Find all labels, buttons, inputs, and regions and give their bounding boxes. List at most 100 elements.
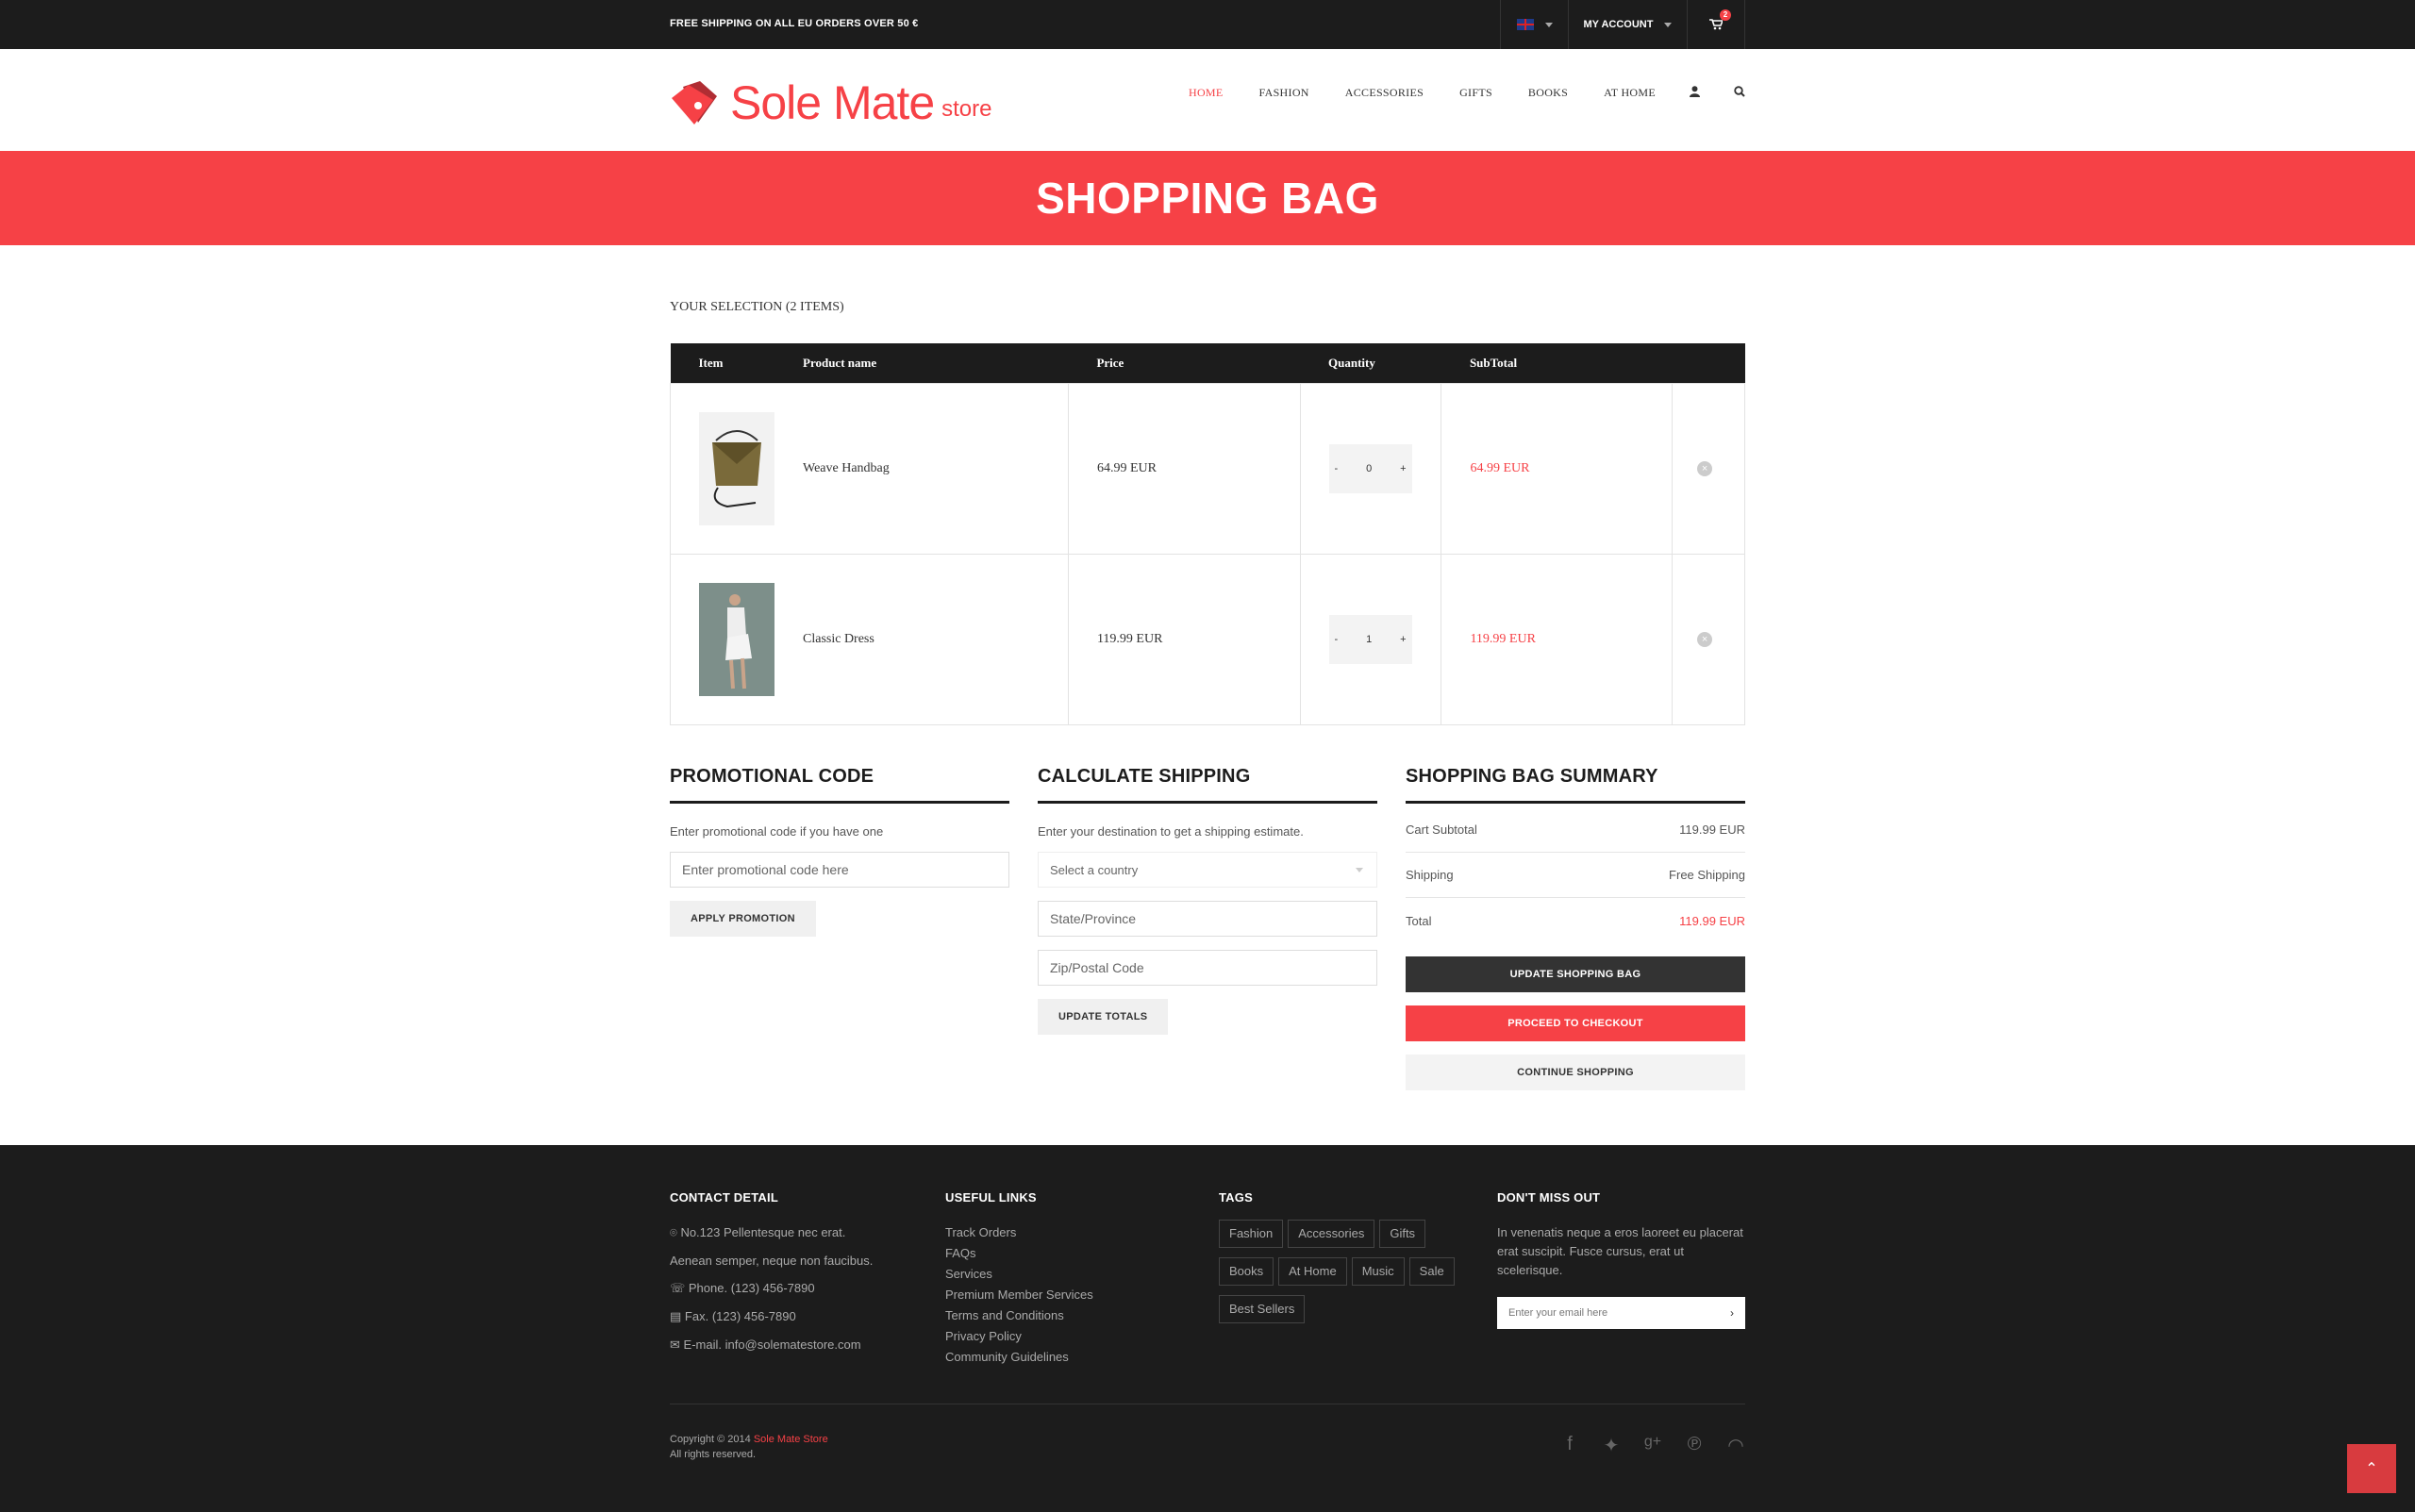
footer-contact: CONTACT DETAIL ⌾ No.123 Pellentesque nec… [670, 1190, 915, 1353]
continue-shopping-button[interactable]: CONTINUE SHOPPING [1406, 1055, 1745, 1090]
tag-sale[interactable]: Sale [1408, 1257, 1455, 1286]
state-input[interactable]: State/Province [1038, 901, 1377, 937]
footer-link-premium[interactable]: Premium Member Services [945, 1288, 1191, 1302]
quantity-stepper[interactable]: - 1 + [1328, 614, 1412, 664]
cart-subtotal-value: 119.99 EUR [1679, 822, 1745, 837]
nav-accessories[interactable]: ACCESSORIES [1345, 86, 1424, 100]
cart-icon [1709, 19, 1723, 30]
newsletter-text: In venenatis neque a eros laoreet eu pla… [1497, 1225, 1743, 1277]
shipping-value: Free Shipping [1669, 868, 1745, 882]
email-line: ✉ E-mail. info@solematestore.com [670, 1338, 861, 1352]
rights-text: All rights reserved. [670, 1449, 757, 1460]
tag-books[interactable]: Books [1219, 1257, 1274, 1286]
chevron-down-icon [1664, 22, 1673, 27]
footer-tags: TAGS Fashion Accessories Gifts Books At … [1219, 1190, 1483, 1323]
handbag-image[interactable] [699, 411, 774, 525]
footer-contact-title: CONTACT DETAIL [670, 1190, 778, 1205]
back-to-top-button[interactable]: ⌃ [2347, 1444, 2396, 1493]
chevron-down-icon [1544, 22, 1553, 27]
tag-best-sellers[interactable]: Best Sellers [1219, 1295, 1306, 1323]
twitter-icon[interactable]: ✦ [1602, 1434, 1621, 1457]
remove-icon[interactable]: × [1697, 631, 1713, 647]
dress-image[interactable] [699, 582, 774, 696]
col-item: Item [670, 343, 774, 383]
search-icon[interactable] [1734, 85, 1745, 100]
country-select[interactable]: Select a country [1038, 852, 1377, 888]
nav-home[interactable]: HOME [1189, 86, 1224, 100]
shipping-panel: CALCULATE SHIPPING Enter your destinatio… [1038, 766, 1377, 1035]
copyright-brand-link[interactable]: Sole Mate Store [754, 1434, 828, 1445]
footer-link-faqs[interactable]: FAQs [945, 1246, 1191, 1260]
user-icon[interactable] [1690, 85, 1700, 100]
top-bar: FREE SHIPPING ON ALL EU ORDERS OVER 50 €… [0, 0, 2415, 49]
footer-link-services[interactable]: Services [945, 1267, 1191, 1281]
logo[interactable]: Sole Mate store [670, 79, 991, 126]
chevron-right-icon[interactable]: › [1730, 1306, 1734, 1320]
table-row: Classic Dress 119.99 EUR - 1 + 119.99 EU… [670, 553, 1745, 725]
facebook-icon[interactable]: f [1560, 1434, 1579, 1457]
promo-title: PROMOTIONAL CODE [670, 766, 1009, 804]
language-selector[interactable] [1500, 0, 1568, 49]
pinterest-icon[interactable]: ℗ [1685, 1434, 1704, 1457]
nav-at-home[interactable]: AT HOME [1604, 86, 1656, 100]
remove-icon[interactable]: × [1697, 460, 1713, 476]
chevron-up-icon: ⌃ [2365, 1461, 2378, 1477]
zip-input[interactable]: Zip/Postal Code [1038, 950, 1377, 986]
tag-logo-icon [672, 81, 717, 125]
footer-link-community[interactable]: Community Guidelines [945, 1350, 1191, 1364]
promo-code-input[interactable]: Enter promotional code here [670, 852, 1009, 888]
fax-icon: ▤ [670, 1309, 682, 1323]
decrease-qty-button[interactable]: - [1335, 463, 1339, 474]
selection-title: YOUR SELECTION (2 ITEMS) [670, 300, 844, 314]
tag-gifts[interactable]: Gifts [1379, 1220, 1426, 1248]
cart-table: Item Product name Price Quantity SubTota… [670, 343, 1745, 725]
update-shopping-bag-button[interactable]: UPDATE SHOPPING BAG [1406, 956, 1745, 992]
summary-panel: SHOPPING BAG SUMMARY Cart Subtotal 119.9… [1406, 766, 1745, 1090]
uk-flag-icon [1516, 19, 1534, 30]
fax-line: ▤ Fax. (123) 456-7890 [670, 1309, 796, 1323]
product-subtotal: 119.99 EUR [1441, 553, 1674, 725]
proceed-to-checkout-button[interactable]: PROCEED TO CHECKOUT [1406, 1005, 1745, 1041]
quantity-value[interactable]: 0 [1366, 463, 1372, 474]
footer-links: USEFUL LINKS Track Orders FAQs Services … [945, 1190, 1191, 1364]
table-header-row: Item Product name Price Quantity SubTota… [670, 343, 1745, 383]
nav-fashion[interactable]: FASHION [1259, 86, 1309, 100]
footer-link-track-orders[interactable]: Track Orders [945, 1225, 1191, 1239]
increase-qty-button[interactable]: + [1400, 463, 1406, 474]
apply-promotion-button[interactable]: APPLY PROMOTION [670, 901, 816, 937]
footer-links-title: USEFUL LINKS [945, 1190, 1037, 1205]
footer-link-terms[interactable]: Terms and Conditions [945, 1308, 1191, 1322]
main-nav: HOME FASHION ACCESSORIES GIFTS BOOKS AT … [1153, 81, 1745, 104]
footer-tags-title: TAGS [1219, 1190, 1253, 1205]
col-price: Price [1068, 343, 1301, 383]
tag-music[interactable]: Music [1351, 1257, 1405, 1286]
product-image-cell [670, 382, 774, 555]
product-name[interactable]: Weave Handbag [774, 382, 1069, 555]
cart-button[interactable]: 2 [1687, 0, 1745, 49]
rss-icon[interactable]: ◠ [1726, 1434, 1745, 1457]
product-subtotal: 64.99 EUR [1441, 382, 1674, 555]
newsletter-email-input[interactable]: Enter your email here [1508, 1307, 1607, 1319]
total-label: Total [1406, 913, 1432, 928]
increase-qty-button[interactable]: + [1400, 634, 1406, 645]
footer-link-privacy[interactable]: Privacy Policy [945, 1329, 1191, 1343]
table-row: Weave Handbag 64.99 EUR - 0 + 64.99 EUR … [670, 382, 1745, 555]
product-name[interactable]: Classic Dress [774, 553, 1069, 725]
remove-cell: × [1672, 382, 1745, 555]
quantity-value[interactable]: 1 [1366, 634, 1372, 645]
chevron-down-icon [1356, 867, 1363, 872]
nav-gifts[interactable]: GIFTS [1459, 86, 1492, 100]
copyright: Copyright © 2014 Sole Mate Store All rig… [670, 1434, 828, 1460]
tag-at-home[interactable]: At Home [1278, 1257, 1347, 1286]
tag-fashion[interactable]: Fashion [1219, 1220, 1284, 1248]
google-plus-icon[interactable]: g+ [1643, 1434, 1662, 1457]
decrease-qty-button[interactable]: - [1335, 634, 1339, 645]
quantity-stepper[interactable]: - 0 + [1328, 443, 1412, 493]
my-account-menu[interactable]: MY ACCOUNT [1568, 0, 1687, 49]
logo-subtext: store [941, 96, 992, 122]
phone-line: ☏ Phone. (123) 456-7890 [670, 1281, 815, 1295]
nav-books[interactable]: BOOKS [1528, 86, 1568, 100]
update-totals-button[interactable]: UPDATE TOTALS [1038, 999, 1169, 1035]
col-subtotal: SubTotal [1441, 343, 1673, 383]
tag-accessories[interactable]: Accessories [1288, 1220, 1375, 1248]
